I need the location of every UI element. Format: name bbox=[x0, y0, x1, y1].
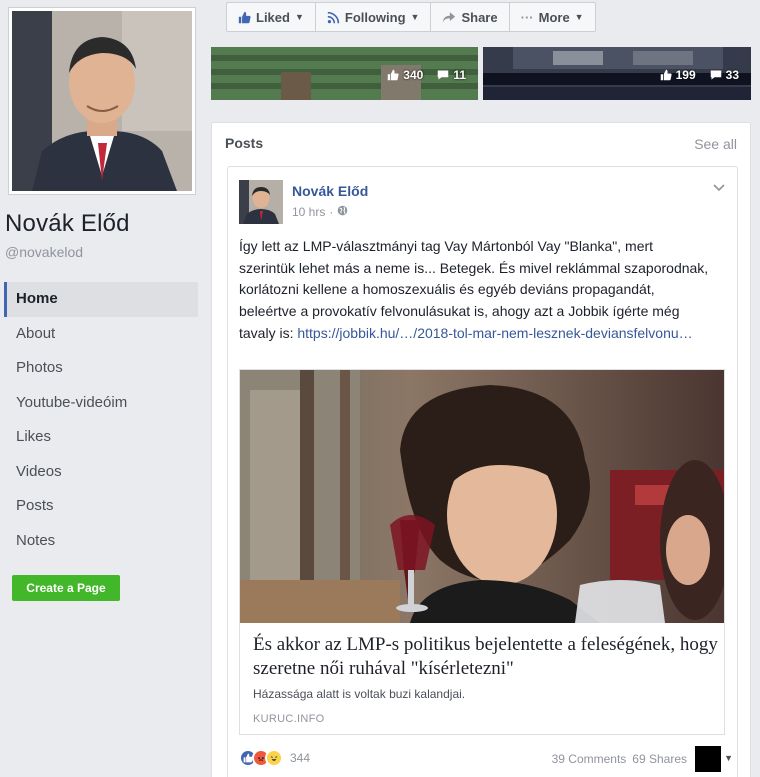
thumbs-up-icon bbox=[660, 69, 672, 81]
reactions-summary[interactable]: 344 bbox=[239, 749, 310, 767]
rss-icon bbox=[327, 11, 340, 24]
page-navigation: Home About Photos Youtube-videóim Likes … bbox=[4, 282, 198, 558]
meta-separator: · bbox=[329, 205, 334, 219]
chevron-down-icon: ▼ bbox=[294, 12, 304, 22]
page-title: Novák Előd bbox=[5, 210, 130, 237]
comment-icon bbox=[438, 70, 449, 80]
see-all-link[interactable]: See all bbox=[694, 136, 737, 152]
haha-reaction-icon bbox=[265, 749, 283, 767]
post-options-chevron-icon[interactable] bbox=[713, 181, 725, 195]
photo-likes: 199 bbox=[660, 68, 696, 82]
photo-comments: 33 bbox=[710, 68, 739, 82]
share-button[interactable]: Share bbox=[431, 3, 510, 31]
posts-section-title: Posts bbox=[225, 135, 264, 151]
photo-thumbnail[interactable]: 199 33 bbox=[483, 47, 751, 100]
reactions-count: 344 bbox=[290, 751, 311, 765]
link-preview-title[interactable]: És akkor az LMP-s politikus bejelentette… bbox=[253, 633, 719, 681]
page-username[interactable]: @novakelod bbox=[5, 244, 83, 260]
nav-item-notes[interactable]: Notes bbox=[4, 524, 198, 559]
thumbs-up-icon bbox=[238, 11, 251, 24]
page-action-bar: Liked ▼ Following ▼ Share ··· More ▼ bbox=[226, 2, 596, 32]
post-body: Így lett az LMP-választmányi tag Vay Már… bbox=[239, 236, 709, 345]
post-author-name[interactable]: Novák Előd bbox=[292, 183, 368, 199]
viewer-avatar-selector[interactable] bbox=[695, 746, 721, 772]
globe-icon[interactable] bbox=[337, 205, 348, 219]
nav-item-photos[interactable]: Photos bbox=[4, 351, 198, 386]
share-label: Share bbox=[461, 9, 498, 25]
photo-stats: 199 33 bbox=[660, 68, 739, 82]
nav-item-home[interactable]: Home bbox=[4, 282, 198, 317]
nav-item-about[interactable]: About bbox=[4, 317, 198, 352]
chevron-down-icon: ▼ bbox=[410, 12, 420, 22]
post-metadata: 10 hrs · bbox=[292, 205, 348, 219]
link-preview-domain: KURUC.INFO bbox=[253, 713, 325, 725]
nav-item-videos[interactable]: Videos bbox=[4, 455, 198, 490]
post-link[interactable]: https://jobbik.hu/…/2018-tol-mar-nem-les… bbox=[297, 325, 692, 341]
link-preview-image bbox=[240, 370, 724, 623]
photo-comments: 11 bbox=[437, 68, 466, 82]
post-engagement-counts: 39 Comments 69 Shares bbox=[552, 752, 687, 766]
more-label: More bbox=[538, 9, 570, 25]
shares-count-link[interactable]: 69 Shares bbox=[632, 752, 687, 766]
more-button[interactable]: ··· More ▼ bbox=[510, 3, 595, 31]
following-button[interactable]: Following ▼ bbox=[316, 3, 432, 31]
ellipsis-icon: ··· bbox=[520, 9, 534, 25]
author-avatar[interactable] bbox=[239, 180, 283, 224]
profile-picture[interactable] bbox=[8, 7, 196, 195]
share-arrow-icon bbox=[442, 11, 456, 24]
left-sidebar: Novák Előd @novakelod Home About Photos … bbox=[0, 0, 210, 777]
create-page-button[interactable]: Create a Page bbox=[12, 575, 120, 601]
photos-strip: 340 11 199 33 bbox=[211, 47, 751, 100]
liked-label: Liked bbox=[256, 9, 290, 25]
photo-stats: 340 11 bbox=[387, 68, 466, 82]
posts-section: Posts See all Novák Előd 10 hrs · Így le… bbox=[211, 122, 751, 777]
photo-thumbnail[interactable]: 340 11 bbox=[211, 47, 478, 100]
post-card: Novák Előd 10 hrs · Így lett az LMP-vála… bbox=[227, 166, 738, 777]
chevron-down-icon[interactable]: ▼ bbox=[724, 753, 733, 763]
nav-item-youtube-videos[interactable]: Youtube-videóim bbox=[4, 386, 198, 421]
chevron-down-icon: ▼ bbox=[574, 12, 584, 22]
nav-item-posts[interactable]: Posts bbox=[4, 489, 198, 524]
thumbs-up-icon bbox=[388, 69, 399, 81]
post-timestamp[interactable]: 10 hrs bbox=[292, 205, 325, 219]
photo-likes: 340 bbox=[387, 68, 423, 82]
link-preview-description: Házassága alatt is voltak buzi kalandjai… bbox=[253, 687, 466, 701]
comment-icon bbox=[710, 70, 721, 80]
following-label: Following bbox=[344, 9, 406, 25]
nav-item-likes[interactable]: Likes bbox=[4, 420, 198, 455]
profile-photo bbox=[12, 11, 192, 191]
liked-button[interactable]: Liked ▼ bbox=[227, 3, 316, 31]
link-preview-card[interactable]: És akkor az LMP-s politikus bejelentette… bbox=[239, 369, 725, 735]
comments-count-link[interactable]: 39 Comments bbox=[552, 752, 627, 766]
